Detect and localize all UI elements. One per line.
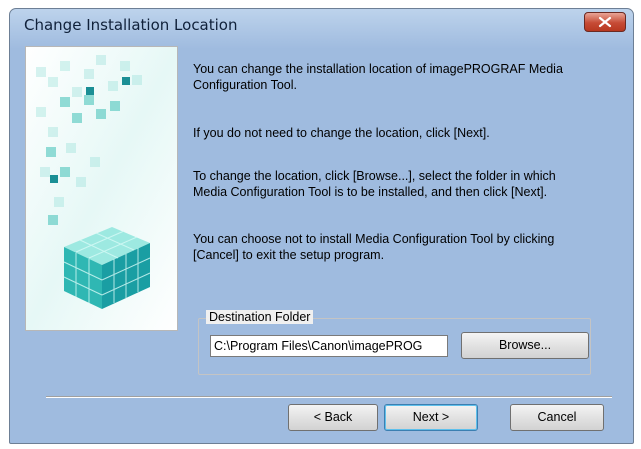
cube-stack-illustration (26, 47, 177, 330)
cancel-line-2: [Cancel] to exit the setup program. (193, 248, 385, 262)
destination-path-field[interactable]: C:\Program Files\Canon\imagePROG (210, 335, 448, 357)
footer-separator (46, 396, 612, 398)
intro-line-2: Configuration Tool. (193, 78, 298, 92)
intro-message: You can change the installation location… (193, 61, 611, 93)
close-button[interactable] (584, 12, 626, 32)
next-button[interactable]: Next > (384, 404, 478, 431)
skip-message: If you do not need to change the locatio… (193, 126, 490, 140)
destination-folder-label: Destination Folder (206, 310, 314, 324)
banner-image (25, 46, 178, 331)
cancel-button[interactable]: Cancel (510, 404, 604, 431)
window-title: Change Installation Location (24, 16, 238, 34)
browse-button[interactable]: Browse... (461, 332, 589, 359)
back-button[interactable]: < Back (288, 404, 378, 431)
change-message: To change the location, click [Browse...… (193, 168, 611, 200)
cancel-message: You can choose not to install Media Conf… (193, 231, 611, 263)
cancel-line-1: You can choose not to install Media Conf… (193, 232, 555, 246)
close-icon (598, 16, 612, 28)
change-line-2: Media Configuration Tool is to be instal… (193, 185, 548, 199)
intro-line-1: You can change the installation location… (193, 62, 563, 76)
change-line-1: To change the location, click [Browse...… (193, 169, 556, 183)
title-bar[interactable]: Change Installation Location (10, 9, 633, 41)
